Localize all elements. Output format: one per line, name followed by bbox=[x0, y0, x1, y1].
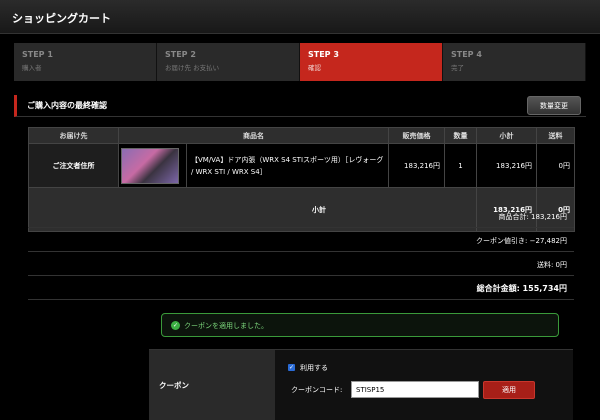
checkout-steps: STEP 1 購入者 STEP 2 お届け先 お支払い STEP 3 確認 ST… bbox=[14, 43, 586, 81]
step-2-number: STEP 2 bbox=[165, 50, 196, 59]
table-header-row: お届け先 商品名 販売価格 数量 小計 送料 bbox=[28, 127, 575, 144]
step-4-label: 完了 bbox=[451, 64, 464, 72]
page-title: ショッピングカート bbox=[12, 12, 111, 25]
step-3-label: 確認 bbox=[308, 64, 321, 72]
shipping-total: 送料: 0円 bbox=[28, 254, 574, 276]
step-4-number: STEP 4 bbox=[451, 50, 482, 59]
step-2: STEP 2 お届け先 お支払い bbox=[157, 43, 300, 81]
step-2-label: お届け先 お支払い bbox=[165, 64, 220, 72]
coupon-label: クーポン bbox=[149, 350, 275, 420]
grand-total: 総合計金額: 155,734円 bbox=[28, 278, 574, 300]
coupon-code-input[interactable] bbox=[351, 381, 479, 398]
table-row: ご注文者住所 【VM/VA】ドア内張（WRX S4 STIスポーツ用）［レヴォー… bbox=[28, 143, 575, 188]
section-title: ご購入内容の最終確認 bbox=[27, 101, 107, 110]
coupon-discount: クーポン値引き: −27,482円 bbox=[28, 230, 574, 252]
use-coupon-label[interactable]: 利用する bbox=[300, 363, 328, 373]
apply-coupon-button[interactable]: 適用 bbox=[483, 381, 535, 399]
col-header-price: 販売価格 bbox=[388, 127, 445, 144]
header-bar: ショッピングカート bbox=[0, 0, 600, 34]
shipping-cell: 0円 bbox=[536, 143, 575, 188]
col-header-qty: 数量 bbox=[444, 127, 477, 144]
items-total: 商品合計: 183,216円 bbox=[28, 206, 574, 228]
step-1-label: 購入者 bbox=[22, 64, 42, 72]
price-cell: 183,216円 bbox=[388, 143, 445, 188]
coupon-section: クーポン ✓ 利用する クーポンコード: 適用 bbox=[149, 349, 573, 420]
coupon-code-label: クーポンコード: bbox=[291, 386, 343, 394]
col-header-product: 商品名 bbox=[118, 127, 389, 144]
success-notice: ✓ クーポンを適用しました。 bbox=[161, 313, 559, 337]
section-header: ご購入内容の最終確認 bbox=[14, 95, 586, 117]
step-3-current: STEP 3 確認 bbox=[300, 43, 443, 81]
product-thumbnail[interactable] bbox=[121, 147, 179, 184]
subtotal-cell: 183,216円 bbox=[476, 143, 537, 188]
step-3-number: STEP 3 bbox=[308, 50, 339, 59]
destination-cell: ご注文者住所 bbox=[28, 143, 119, 188]
qty-cell: 1 bbox=[444, 143, 477, 188]
col-header-destination: お届け先 bbox=[28, 127, 119, 144]
check-circle-icon: ✓ bbox=[171, 321, 180, 330]
step-1-number: STEP 1 bbox=[22, 50, 53, 59]
col-header-subtotal: 小計 bbox=[476, 127, 537, 144]
step-1: STEP 1 購入者 bbox=[14, 43, 157, 81]
product-name[interactable]: 【VM/VA】ドア内張（WRX S4 STIスポーツ用）［レヴォーグ / WRX… bbox=[186, 143, 389, 188]
step-4: STEP 4 完了 bbox=[443, 43, 586, 81]
col-header-shipping: 送料 bbox=[536, 127, 575, 144]
use-coupon-checkbox[interactable]: ✓ bbox=[288, 364, 295, 371]
notice-message: クーポンを適用しました。 bbox=[184, 322, 268, 330]
change-quantity-button[interactable]: 数量変更 bbox=[527, 96, 581, 115]
